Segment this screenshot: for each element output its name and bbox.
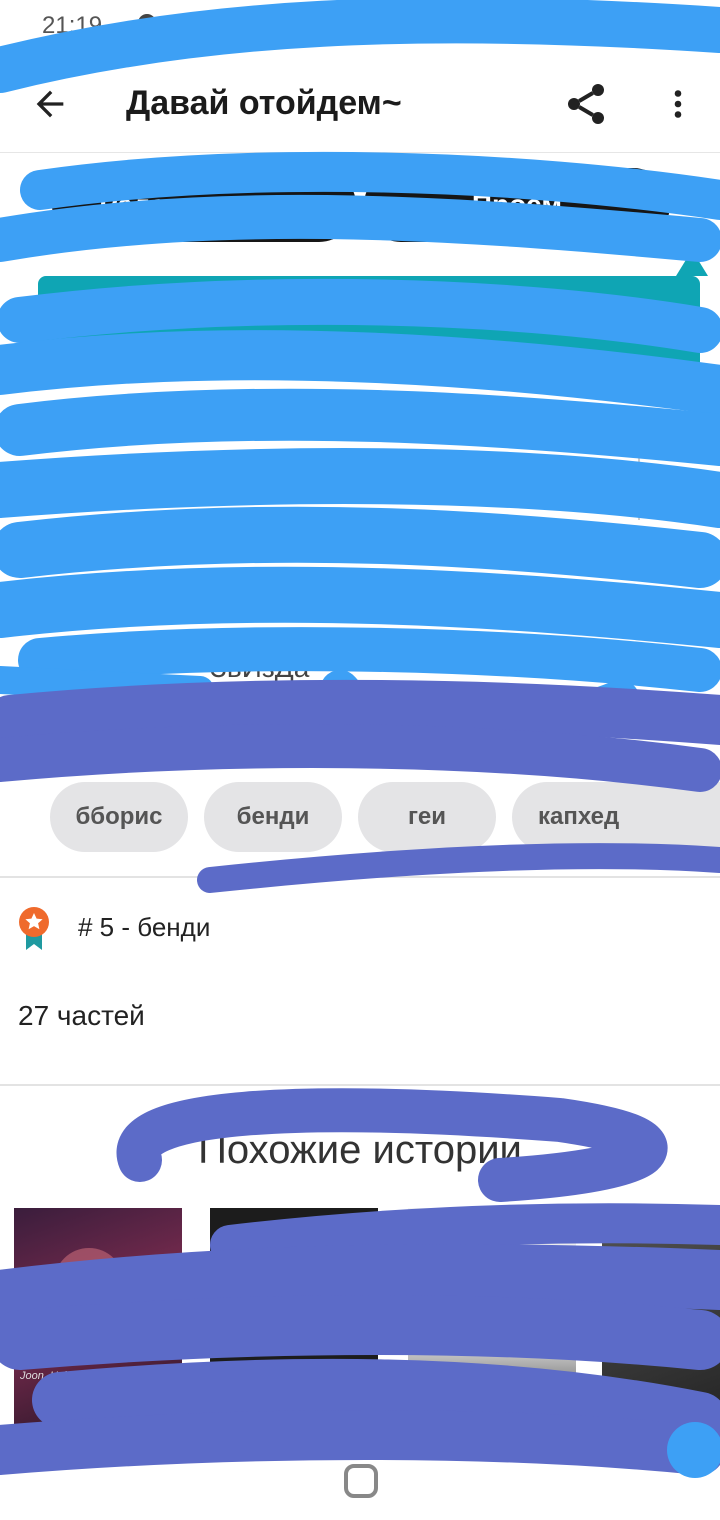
recent-apps-icon[interactable] — [140, 1460, 180, 1490]
info-divider — [52, 430, 302, 432]
similar-stories-title: Похожие истории — [198, 1128, 522, 1172]
tooltip-text: историю на будущее — [424, 299, 674, 329]
cover-caption: ФЕТИШ — [276, 1406, 317, 1418]
arrow-back-icon[interactable] — [30, 84, 70, 124]
story-cover[interactable] — [602, 1208, 720, 1434]
notification-icon — [138, 14, 156, 32]
edit-button[interactable]: Редактировать — [52, 168, 356, 242]
rank-badge-icon — [19, 907, 49, 950]
status-time: 21:19 — [42, 12, 103, 39]
section-divider — [0, 876, 720, 878]
section-divider — [0, 1084, 720, 1086]
tag-chip[interactable]: бенди — [204, 782, 342, 852]
story-cover[interactable]: Joon_Helen — [14, 1208, 182, 1434]
story-cover[interactable]: ФЕТИШ — [210, 1208, 378, 1434]
story-cover[interactable] — [408, 1208, 576, 1434]
share-icon[interactable] — [562, 80, 610, 128]
author-name[interactable]: ЗвИзДа — [210, 652, 309, 684]
cover-caption: Joon_Helen — [20, 1370, 79, 1382]
tag-chip[interactable]: геи — [358, 782, 496, 852]
rank-text[interactable]: # 5 - бенди — [78, 912, 210, 943]
home-icon[interactable] — [344, 1464, 378, 1498]
more-vert-icon[interactable] — [660, 84, 696, 124]
view-button[interactable]: Просм — [364, 168, 670, 242]
tag-chip[interactable]: бборис — [50, 782, 188, 852]
cover-art — [54, 1248, 124, 1318]
info-divider-vertical — [638, 440, 640, 520]
tooltip-arrow — [676, 250, 708, 276]
tag-chip[interactable]: капхед — [512, 782, 720, 852]
tooltip: историю на будущее — [38, 276, 700, 376]
parts-count: 27 частей — [18, 1000, 145, 1031]
page-title: Давай отойдем~ — [126, 84, 402, 122]
